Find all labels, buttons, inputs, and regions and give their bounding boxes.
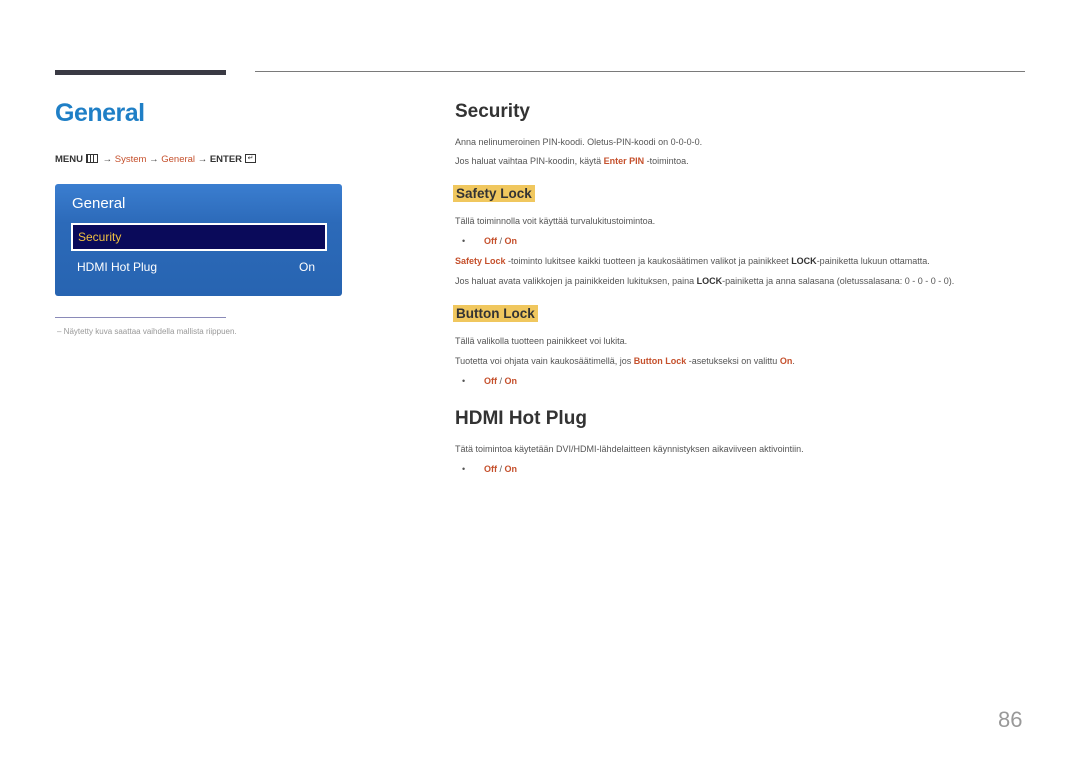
breadcrumb: MENU → System → General → ENTER ↵: [55, 154, 257, 165]
text: Tuotetta voi ohjata vain kaukosäätimellä…: [455, 356, 634, 366]
osd-item-label: HDMI Hot Plug: [77, 260, 158, 274]
note-divider: [55, 317, 226, 318]
bullet-icon: •: [462, 376, 466, 386]
header-bar-thick: [55, 70, 226, 75]
option-off: Off: [484, 376, 497, 386]
safety-lock-term: Safety Lock: [455, 256, 506, 266]
security-heading: Security: [455, 101, 530, 122]
text: -painiketta lukuun ottamatta.: [816, 256, 930, 266]
arrow-icon: →: [197, 154, 208, 165]
text: .: [792, 356, 795, 366]
text: -toiminto lukitsee kaikki tuotteen ja ka…: [505, 256, 792, 266]
separator: /: [497, 464, 505, 474]
option-off: Off: [484, 236, 497, 246]
bullet-icon: •: [462, 236, 466, 246]
text: -toimintoa.: [644, 156, 689, 166]
osd-item-label: Security: [78, 230, 122, 244]
text: Jos haluat vaihtaa PIN-koodin, käytä: [455, 156, 604, 166]
separator: /: [497, 236, 505, 246]
header-rule: [255, 71, 1025, 72]
lock-term: LOCK: [791, 256, 817, 266]
breadcrumb-menu: MENU: [55, 154, 83, 165]
osd-item-value: On: [298, 260, 315, 274]
breadcrumb-enter: ENTER: [209, 154, 243, 165]
arrow-icon: →: [102, 154, 113, 165]
osd-item-hdmi-hot-plug[interactable]: HDMI Hot Plug On: [77, 260, 315, 274]
arrow-icon: →: [149, 154, 159, 165]
option-off: Off: [484, 464, 497, 474]
text: -painiketta ja anna salasana (oletussala…: [722, 276, 955, 286]
safety-lock-heading-wrap: Safety Lock: [453, 185, 535, 203]
enter-pin-link: Enter PIN: [603, 156, 645, 166]
menu-icon: [85, 154, 98, 164]
button-lock-heading-wrap: Button Lock: [453, 305, 538, 323]
safety-lock-line2: Jos haluat avata valikkojen ja painikkei…: [455, 276, 954, 286]
enter-icon: ↵: [245, 154, 257, 164]
option-on: On: [504, 376, 518, 386]
safety-lock-desc: Tällä toiminnolla voit käyttää turvaluki…: [455, 216, 656, 226]
osd-item-security[interactable]: Security: [71, 223, 327, 251]
osd-menu: General Security HDMI Hot Plug On: [55, 184, 342, 296]
footnote: – Näytetty kuva saattaa vaihdella mallis…: [57, 327, 237, 336]
option-on: On: [504, 236, 518, 246]
breadcrumb-system: System: [114, 154, 147, 165]
safety-lock-line1: Safety Lock -toiminto lukitsee kaikki tu…: [455, 256, 930, 266]
safety-lock-options: • Off / On: [462, 236, 517, 246]
text: -asetukseksi on valittu: [686, 356, 780, 366]
on-term: On: [779, 356, 793, 366]
breadcrumb-general: General: [161, 154, 196, 165]
lock-term: LOCK: [696, 276, 723, 286]
button-lock-term: Button Lock: [633, 356, 687, 366]
button-lock-desc: Tällä valikolla tuotteen painikkeet voi …: [455, 336, 628, 346]
page-number: 86: [998, 707, 1023, 732]
page-title: General: [55, 99, 145, 127]
option-on: On: [504, 464, 518, 474]
separator: /: [497, 376, 505, 386]
button-lock-line2: Tuotetta voi ohjata vain kaukosäätimellä…: [455, 356, 795, 366]
button-lock-heading: Button Lock: [453, 305, 538, 322]
security-line1: Anna nelinumeroinen PIN-koodi. Oletus-PI…: [455, 137, 703, 147]
bullet-icon: •: [462, 464, 466, 474]
hdmi-desc: Tätä toimintoa käytetään DVI/HDMI-lähdel…: [455, 444, 804, 454]
button-lock-options: • Off / On: [462, 376, 517, 386]
osd-title: General: [72, 195, 126, 212]
safety-lock-heading: Safety Lock: [453, 185, 535, 202]
security-line2: Jos haluat vaihtaa PIN-koodin, käytä Ent…: [455, 156, 689, 166]
hdmi-options: • Off / On: [462, 464, 517, 474]
hdmi-heading: HDMI Hot Plug: [455, 408, 587, 429]
text: Jos haluat avata valikkojen ja painikkei…: [455, 276, 697, 286]
